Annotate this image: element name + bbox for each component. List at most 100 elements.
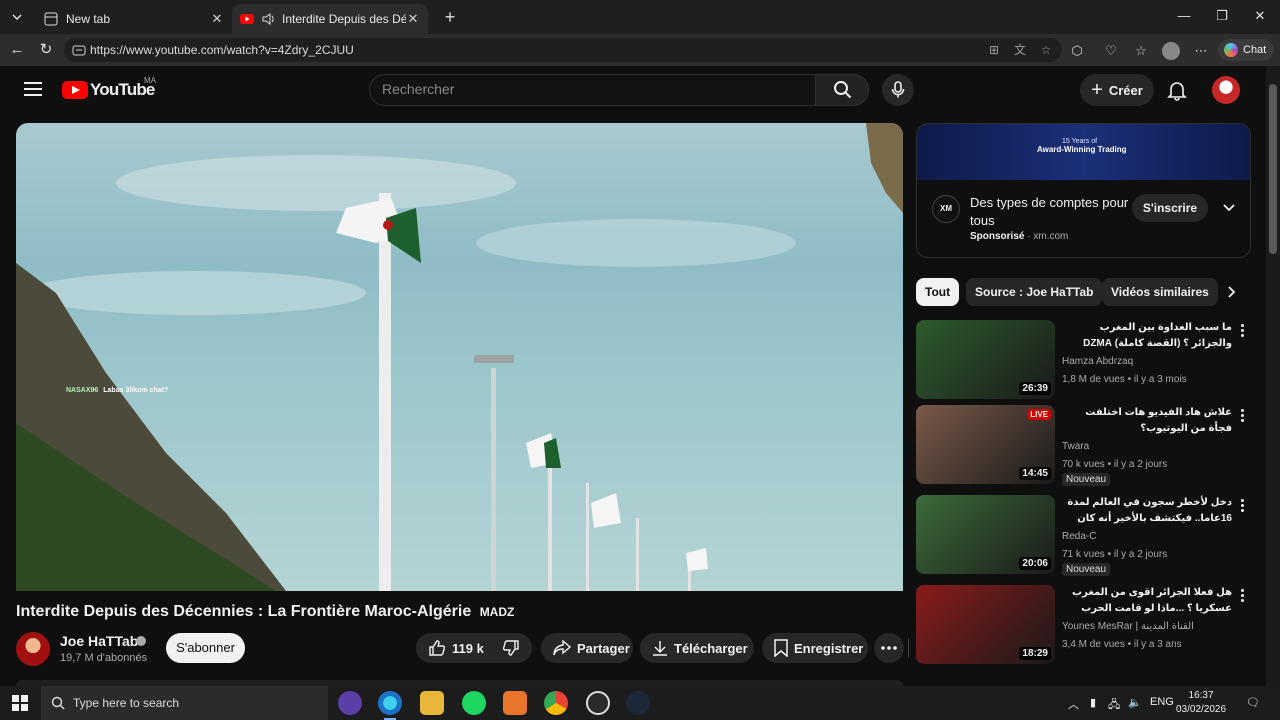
chip-similar-videos[interactable]: Vidéos similaires — [1102, 278, 1218, 306]
app-icon[interactable] — [586, 691, 610, 715]
recommendation-channel[interactable]: Hamza Abdrzaq — [1062, 356, 1133, 367]
recommendation-title[interactable]: ما سبب العداوة بين المغرب والجزائر ؟ (ال… — [1062, 320, 1232, 352]
recommendation-item[interactable]: 20:06 دخل لأخطر سجون في العالم لمدة 16عا… — [916, 495, 1264, 576]
recommendation-meta: 3,4 M de vues • il y a 3 ans — [1062, 639, 1182, 650]
tab-youtube-video[interactable]: Interdite Depuis des Décennies ✕ — [232, 4, 428, 34]
recommendation-channel[interactable]: Twara — [1062, 441, 1089, 452]
favorites-icon[interactable]: ☆ — [1132, 42, 1150, 60]
channel-name[interactable]: Joe HaTTab — [60, 633, 138, 649]
recommendation-title[interactable]: دخل لأخطر سجون في العالم لمدة 16عاما.. ف… — [1062, 495, 1232, 527]
close-tab-icon[interactable]: ✕ — [406, 11, 420, 27]
ad-title[interactable]: Des types de comptes pour tous — [970, 194, 1130, 230]
back-arrow-icon[interactable]: ← — [7, 40, 27, 60]
edge-app-icon[interactable] — [378, 691, 402, 720]
minimize-icon[interactable]: — — [1174, 8, 1194, 23]
translate-icon[interactable]: 文 — [1012, 42, 1028, 58]
discord-app-icon[interactable] — [338, 691, 362, 715]
tab-actions-menu-button[interactable] — [6, 6, 28, 28]
address-bar[interactable]: https://www.youtube.com/watch?v=4Zdry_2C… — [64, 38, 1062, 62]
taskbar-clock[interactable]: 16:37 03/02/2026 — [1176, 689, 1226, 717]
create-button[interactable]: + Créer — [1080, 74, 1154, 106]
scrollbar-thumb[interactable] — [1269, 84, 1277, 254]
notifications-icon[interactable]: 🗨 — [1246, 696, 1260, 709]
app-icon[interactable] — [503, 691, 527, 715]
refresh-icon[interactable]: ↻ — [36, 40, 56, 60]
recommendation-channel[interactable]: Younes MesRar | القناة المدينة — [1062, 621, 1194, 632]
app-available-icon[interactable]: ⊞ — [986, 42, 1002, 58]
video-player[interactable]: NASAX96 Labas 3likom chat? — [16, 123, 903, 591]
ad-banner-image[interactable]: 15 Years of Award-Winning Trading — [917, 124, 1250, 180]
profile-avatar[interactable] — [1162, 42, 1180, 60]
more-vertical-icon[interactable] — [1240, 409, 1246, 425]
browser-toolbar: ← ↻ https://www.youtube.com/watch?v=4Zdr… — [0, 34, 1280, 66]
site-info-icon[interactable] — [72, 43, 86, 57]
download-button[interactable]: Télécharger — [640, 633, 754, 663]
search-input[interactable] — [382, 81, 802, 97]
subscribe-button[interactable]: S'abonner — [166, 633, 245, 663]
channel-avatar[interactable] — [16, 632, 50, 666]
recommendation-item[interactable]: 26:39 ما سبب العداوة بين المغرب والجزائر… — [916, 320, 1264, 400]
recommendation-item[interactable]: LIVE 14:45 علاش هاد الفيديو هات اختلفت ف… — [916, 405, 1264, 486]
file-explorer-icon[interactable] — [420, 691, 444, 715]
account-avatar[interactable] — [1212, 76, 1240, 104]
thumbs-down-icon[interactable] — [502, 639, 520, 657]
more-actions-button[interactable] — [874, 633, 904, 663]
language-indicator[interactable]: ENG — [1150, 696, 1174, 708]
usb-icon[interactable]: ▮ — [1090, 696, 1096, 709]
close-tab-icon[interactable]: ✕ — [210, 11, 224, 27]
volume-icon[interactable]: 🔈 — [1128, 696, 1142, 709]
notifications-bell-icon[interactable] — [1166, 79, 1188, 101]
share-button[interactable]: Partager — [541, 633, 633, 663]
recommendation-channel[interactable]: Reda-C — [1062, 531, 1096, 542]
subscriber-count: 19,7 M d'abonnés — [60, 652, 148, 664]
spotify-app-icon[interactable] — [462, 691, 486, 715]
chevron-down-icon[interactable] — [1220, 198, 1238, 216]
advertiser-logo[interactable]: XM — [932, 195, 960, 223]
recommendation-title[interactable]: هل فعلا الجزائر اقوى من المغرب عسكريا ؟ … — [1062, 585, 1232, 617]
chip-source-channel[interactable]: Source : Joe HaTTab — [966, 278, 1103, 306]
video-thumbnail[interactable]: 20:06 — [916, 495, 1055, 574]
voice-search-button[interactable] — [882, 74, 914, 106]
country-code: MA — [144, 76, 156, 85]
steam-app-icon[interactable] — [626, 691, 650, 715]
recommendation-title[interactable]: علاش هاد الفيديو هات اختلفت فجأة من اليو… — [1062, 405, 1232, 437]
windows-start-icon[interactable] — [12, 695, 28, 711]
sponsored-ad-card[interactable]: 15 Years of Award-Winning Trading XM Des… — [916, 123, 1251, 258]
stream-chat-overlay: NASAX96 Labas 3likom chat? — [66, 387, 168, 394]
clock-time: 16:37 — [1188, 690, 1214, 701]
video-thumbnail[interactable]: LIVE 14:45 — [916, 405, 1055, 484]
more-vertical-icon[interactable] — [1240, 499, 1246, 515]
show-hidden-icons[interactable]: ︿ — [1068, 696, 1079, 712]
ad-banner-line2: Award-Winning Trading — [1037, 145, 1127, 154]
menu-hamburger-icon[interactable] — [24, 82, 42, 96]
youtube-logo[interactable]: YouTube MA — [62, 76, 156, 100]
taskbar-search-box[interactable]: Type here to search — [41, 686, 328, 720]
browser-essentials-icon[interactable]: ♡ — [1102, 42, 1120, 60]
copilot-chat-button[interactable]: Chat — [1218, 39, 1274, 61]
video-thumbnail[interactable]: 26:39 — [916, 320, 1055, 399]
chevron-right-icon[interactable] — [1222, 283, 1240, 301]
more-vertical-icon[interactable] — [1240, 324, 1246, 340]
more-vertical-icon[interactable] — [1240, 589, 1246, 605]
save-button[interactable]: Enregistrer — [762, 633, 868, 663]
speaker-icon[interactable] — [262, 13, 276, 25]
extensions-icon[interactable]: ⬡ — [1068, 42, 1086, 60]
search-button[interactable] — [815, 74, 869, 106]
new-tab-button[interactable]: + — [440, 7, 460, 27]
chip-all[interactable]: Tout — [916, 278, 960, 306]
maximize-icon[interactable]: ❐ — [1212, 8, 1232, 24]
page-scrollbar[interactable] — [1266, 66, 1280, 686]
recommendation-item[interactable]: 18:29 هل فعلا الجزائر اقوى من المغرب عسك… — [916, 585, 1264, 665]
url-text[interactable]: https://www.youtube.com/watch?v=4Zdry_2C… — [90, 43, 354, 57]
ad-banner-line1: 15 Years of — [1062, 138, 1098, 145]
search-box[interactable] — [369, 74, 815, 106]
close-window-icon[interactable]: ✕ — [1250, 8, 1270, 24]
chrome-app-icon[interactable] — [544, 691, 568, 715]
ad-cta-button[interactable]: S'inscrire — [1132, 194, 1208, 222]
tab-new-tab[interactable]: New tab ✕ — [36, 4, 232, 34]
video-thumbnail[interactable]: 18:29 — [916, 585, 1055, 664]
like-button[interactable]: 119 k — [416, 633, 909, 663]
favorite-star-icon[interactable]: ☆ — [1038, 42, 1054, 58]
settings-more-icon[interactable]: ⋯ — [1192, 42, 1210, 60]
network-icon[interactable]: 🖧 — [1108, 696, 1120, 715]
